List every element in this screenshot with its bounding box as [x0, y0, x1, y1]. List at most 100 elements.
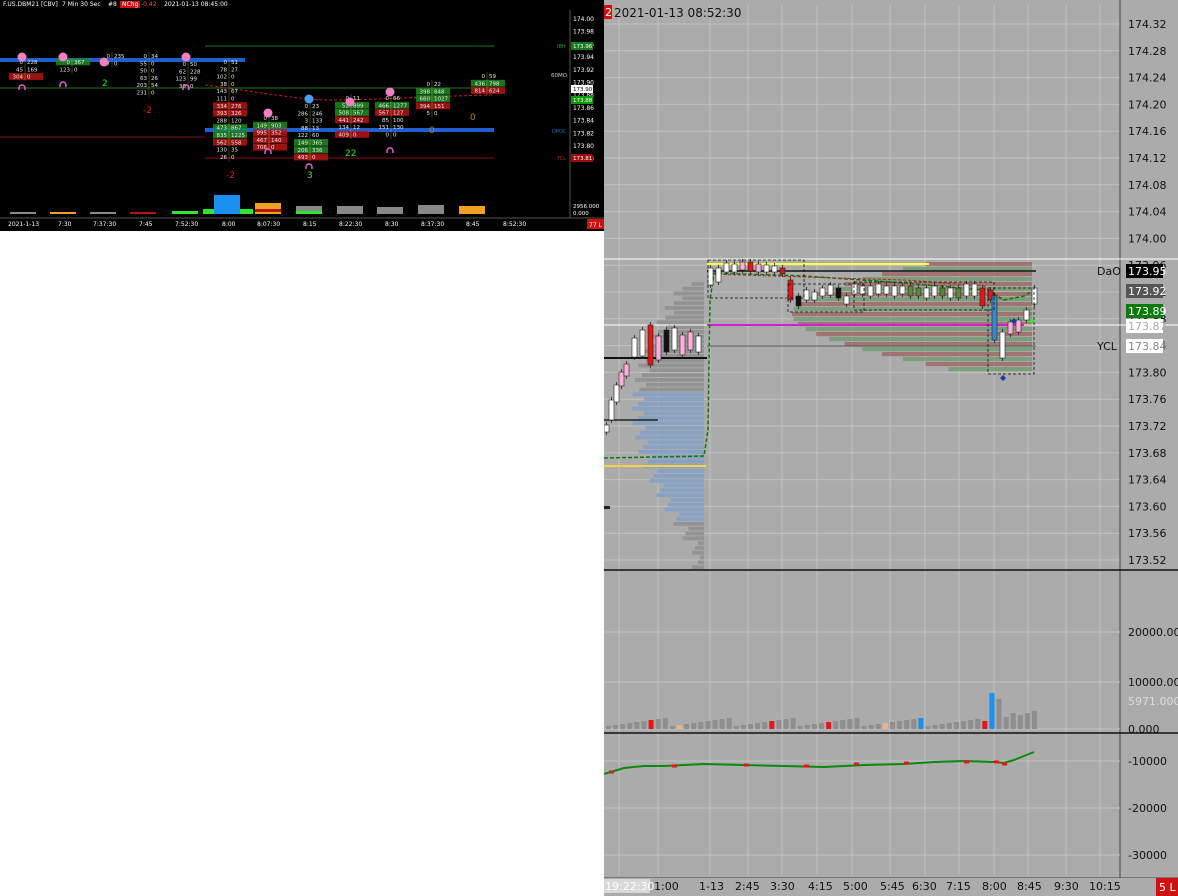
- volume-bar: [989, 693, 995, 729]
- footprint-bid: 467: [257, 138, 268, 144]
- signal-dot: [345, 97, 355, 107]
- delta-bar-sell: [994, 760, 999, 764]
- volume-bar: [740, 725, 746, 729]
- delta-bar-sell: [804, 764, 809, 768]
- profile-bar: [656, 320, 704, 325]
- footprint-ask: 228: [190, 69, 201, 75]
- delta-tick-label: -10000: [1128, 755, 1167, 768]
- delta-label: 0: [429, 126, 435, 136]
- profile-bar: [664, 306, 704, 310]
- candle-body: [618, 371, 625, 387]
- delta-label: 22: [345, 149, 356, 159]
- candle-body: [655, 335, 662, 361]
- time-tick-label: 6:30: [912, 880, 937, 893]
- ycl-price: 173.81: [573, 156, 592, 162]
- volume-bar: [797, 726, 803, 729]
- footprint-ask: 35: [231, 148, 238, 154]
- volume-bar: [840, 720, 846, 729]
- candle-body: [747, 261, 754, 272]
- candle-body: [947, 287, 954, 299]
- time-tick-label: 8:45: [466, 221, 480, 228]
- footprint-ask: 0: [74, 67, 78, 73]
- footprint-ask: 0: [27, 75, 31, 81]
- volume-bar: [1017, 715, 1023, 729]
- price-tick-label: 173.84: [573, 118, 594, 125]
- footprint-ask: 0: [114, 61, 118, 67]
- volume-bar: [418, 205, 444, 214]
- price-tick-label: 173.68: [1128, 447, 1167, 460]
- footprint-ask: 120: [231, 118, 242, 124]
- candle-body: [915, 287, 922, 297]
- footprint-bid: 50: [140, 69, 147, 75]
- footprint-ask: 0: [231, 97, 235, 103]
- profile-bar: [679, 512, 704, 517]
- footprint-bid: 394: [420, 104, 431, 110]
- delta-label: 3: [307, 171, 313, 181]
- footprint-bid: 835: [217, 133, 228, 139]
- volume-bar: [968, 720, 974, 729]
- candle-body: [963, 283, 970, 297]
- profile-bar: [632, 392, 704, 397]
- price-tick-label: 173.64: [1128, 474, 1167, 487]
- profile-bar: [688, 526, 704, 531]
- volume-bar: [620, 724, 626, 729]
- footprint-bid: 203: [137, 83, 148, 89]
- candle-body: [723, 262, 730, 273]
- footprint-ask: 34: [151, 54, 158, 60]
- time-tick-label: 8:00: [982, 880, 1007, 893]
- profile-bar: [697, 541, 704, 545]
- volume-tick-label: 0.000: [1128, 723, 1160, 736]
- footprint-ask: 0: [151, 61, 155, 67]
- volume-bar: [698, 722, 704, 729]
- volume-tick-label: 5971.000: [1128, 695, 1178, 708]
- signal-dot: [181, 52, 191, 62]
- profile-chart-panel[interactable]: 174.32 174.28 174.24 174.20 174.16 174.12 174.…: [604, 0, 1178, 896]
- time-tick-label: 10:15: [1089, 880, 1121, 893]
- candle-body: [623, 363, 630, 377]
- price-tick-label: 173.60: [1128, 500, 1167, 513]
- candle-body: [687, 331, 694, 351]
- footprint-bid: 286: [298, 111, 309, 117]
- delta-tick-label: -20000: [1128, 802, 1167, 815]
- footprint-ask: 228: [27, 60, 38, 66]
- candle-body: [631, 337, 638, 358]
- time-tick-label: 1:00: [654, 880, 679, 893]
- profile-bar: [644, 411, 704, 416]
- volume-bar: [337, 206, 363, 214]
- volume-bar: [975, 719, 981, 729]
- candle-body: [763, 264, 770, 273]
- volume-zero-label: 0.000: [573, 211, 589, 217]
- candle-body: [779, 267, 786, 275]
- volume-bar: [719, 719, 725, 729]
- footprint-ask: 127: [393, 111, 404, 117]
- footprint-chart-panel[interactable]: F.US.DBM21 [CBV] 7 Min 30 Sec #8 NChg -0…: [0, 0, 604, 231]
- footprint-ask: 276: [231, 104, 242, 110]
- candle-body: [1015, 319, 1022, 333]
- ycl-label: YCL: [556, 156, 566, 162]
- profile-bar: [862, 277, 1032, 282]
- footprint-ask: 99: [190, 77, 197, 83]
- interval-label: 7 Min 30 Sec: [62, 1, 101, 8]
- chart-datetime: 2021-01-13 08:45:00: [164, 1, 228, 8]
- profile-bar: [657, 469, 704, 473]
- footprint-bid: 78: [220, 67, 227, 73]
- volume-bar: [790, 718, 796, 729]
- volume-bar: [459, 206, 485, 214]
- footprint-bid: 143: [217, 89, 228, 95]
- profile-bar: [649, 478, 704, 483]
- profile-bar: [664, 507, 704, 512]
- candle-body: [707, 267, 714, 286]
- profile-bar: [692, 550, 704, 555]
- volume-bar: [712, 720, 718, 729]
- profile-bar: [671, 498, 704, 502]
- header-marker: 2: [605, 6, 612, 19]
- volume-bar: [890, 722, 895, 729]
- corner-badge: 77 L: [589, 222, 603, 229]
- footprint-ask: 66: [393, 96, 400, 102]
- price-tick-label: 173.72: [1128, 420, 1167, 433]
- footprint-bid: 0: [305, 104, 309, 110]
- footprint-ask: 67: [231, 89, 238, 95]
- magnet-icon: [59, 81, 67, 87]
- footprint-bid: 814: [475, 89, 486, 95]
- volume-bar: [255, 203, 281, 214]
